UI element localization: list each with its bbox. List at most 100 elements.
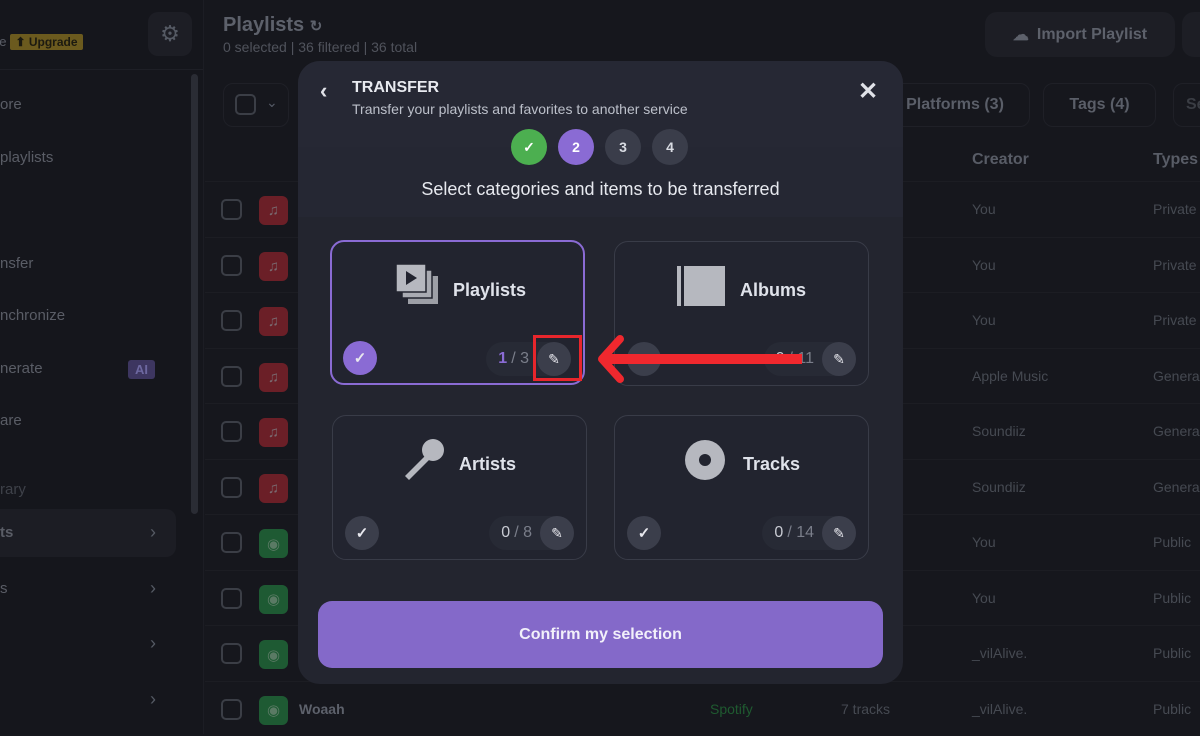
select-all-dropdown[interactable]: ⌄ bbox=[223, 83, 289, 127]
creator: You bbox=[972, 312, 996, 328]
row-checkbox[interactable] bbox=[221, 310, 242, 331]
step-question: Select categories and items to be transf… bbox=[421, 179, 780, 199]
creator: Soundiiz bbox=[972, 423, 1026, 439]
row-checkbox[interactable] bbox=[221, 365, 242, 387]
back-chevron-icon[interactable]: ‹ bbox=[320, 78, 327, 104]
annotation-arrow-icon bbox=[598, 335, 802, 383]
library-item[interactable]: s bbox=[0, 580, 8, 597]
settings-gear-icon[interactable]: ⚙ bbox=[148, 12, 192, 56]
confirm-selection-button[interactable]: Confirm my selection bbox=[318, 601, 883, 668]
select-all-check[interactable]: ✓ bbox=[627, 516, 661, 550]
chevron-right-icon[interactable]: › bbox=[150, 689, 156, 710]
edit-pencil-icon[interactable]: ✎ bbox=[822, 516, 856, 550]
row-checkbox[interactable] bbox=[221, 587, 242, 609]
sidebar-scrollbar[interactable] bbox=[191, 74, 198, 514]
creator: _vilAlive. bbox=[972, 700, 1028, 717]
chevron-right-icon[interactable]: › bbox=[150, 578, 156, 599]
creator: _vilAlive. bbox=[972, 645, 1028, 661]
item-count: 0/ 14 ✎ bbox=[762, 516, 856, 550]
chevron-right-icon[interactable]: › bbox=[150, 522, 156, 543]
upgrade-button[interactable]: ⬆ Upgrade bbox=[10, 34, 83, 50]
stepper: ✓ 2 3 4 bbox=[511, 129, 688, 165]
creator: Apple Music bbox=[972, 367, 1049, 384]
page-title: Playlists ↻ bbox=[223, 14, 323, 36]
category-card-artists[interactable]: Artists ✓ 0/ 8 ✎ bbox=[332, 415, 587, 560]
step-4: 4 bbox=[652, 129, 688, 165]
cloud-upload-icon: ☁ bbox=[1012, 26, 1029, 44]
row-checkbox[interactable] bbox=[221, 476, 242, 498]
sidebar-item-synchronize[interactable]: nchronize bbox=[0, 307, 65, 324]
plan-label: ee⬆ Upgrade bbox=[0, 34, 83, 50]
platform: Spotify bbox=[710, 700, 753, 717]
tags-filter[interactable]: Tags (4) bbox=[1043, 83, 1156, 127]
table-row[interactable]: ◉ Woaah Spotify 7 tracks _vilAlive. Publ… bbox=[205, 680, 1200, 736]
checkbox[interactable] bbox=[235, 94, 256, 115]
column-header-creator[interactable]: Creator bbox=[972, 151, 1029, 169]
edit-pencil-icon[interactable]: ✎ bbox=[540, 516, 574, 550]
row-checkbox[interactable] bbox=[221, 532, 242, 553]
sidebar-item-share[interactable]: are bbox=[0, 412, 22, 429]
spotify-icon: ◉ bbox=[259, 584, 288, 614]
apple-music-icon: ♫ bbox=[259, 251, 288, 281]
chevron-right-icon[interactable]: › bbox=[150, 633, 156, 654]
type: Private bbox=[1153, 201, 1197, 217]
search-input[interactable]: Se bbox=[1173, 83, 1200, 127]
sidebar: ee⬆ Upgrade ⚙ ore playlists nsfer nchron… bbox=[0, 0, 204, 734]
column-header-types[interactable]: Types bbox=[1153, 151, 1198, 169]
selection-summary: 0 selected | 36 filtered | 36 total bbox=[223, 39, 418, 55]
playlists-icon bbox=[396, 264, 438, 304]
modal-subtitle: Transfer your playlists and favorites to… bbox=[352, 101, 688, 117]
apple-music-icon: ♫ bbox=[259, 362, 288, 392]
item-count: 0/ 8 ✎ bbox=[489, 516, 574, 550]
apple-music-icon: ♫ bbox=[259, 196, 288, 225]
microphone-icon bbox=[405, 439, 444, 480]
row-checkbox[interactable] bbox=[221, 199, 242, 220]
apple-music-icon: ♫ bbox=[259, 473, 288, 503]
creator: You bbox=[972, 534, 996, 550]
step-3: 3 bbox=[605, 129, 641, 165]
sidebar-item-transfer[interactable]: nsfer bbox=[0, 255, 33, 272]
step-1-done: ✓ bbox=[511, 129, 547, 165]
album-icon bbox=[677, 266, 725, 306]
select-all-check[interactable]: ✓ bbox=[343, 341, 377, 375]
type: Genera bbox=[1153, 423, 1200, 439]
type: Genera bbox=[1153, 367, 1200, 384]
edit-pencil-icon[interactable]: ✎ bbox=[822, 342, 856, 376]
sidebar-item-playlists[interactable]: playlists bbox=[0, 149, 53, 166]
library-section-label: rary bbox=[0, 481, 26, 498]
apple-music-icon: ♫ bbox=[259, 418, 288, 447]
row-checkbox[interactable] bbox=[221, 421, 242, 442]
row-checkbox[interactable] bbox=[221, 643, 242, 664]
row-checkbox[interactable] bbox=[221, 254, 242, 276]
disc-icon bbox=[685, 440, 725, 480]
track-count: 7 tracks bbox=[841, 700, 891, 717]
type: Genera bbox=[1153, 478, 1200, 495]
chevron-down-icon: ⌄ bbox=[266, 94, 278, 110]
step-2-current: 2 bbox=[558, 129, 594, 165]
creator: Soundiiz bbox=[972, 478, 1026, 495]
spotify-icon: ◉ bbox=[259, 695, 288, 725]
creator: You bbox=[972, 256, 996, 273]
type: Public bbox=[1153, 700, 1192, 717]
sidebar-item-explore[interactable]: ore bbox=[0, 96, 22, 113]
close-icon[interactable]: ✕ bbox=[858, 77, 878, 106]
creator: You bbox=[972, 589, 996, 606]
spotify-icon: ◉ bbox=[259, 640, 288, 669]
type: Public bbox=[1153, 589, 1192, 606]
library-item-playlists[interactable]: ts bbox=[0, 524, 13, 541]
modal-title: TRANSFER bbox=[352, 79, 440, 96]
spotify-icon: ◉ bbox=[259, 529, 288, 558]
select-all-check[interactable]: ✓ bbox=[345, 516, 379, 550]
type: Public bbox=[1153, 534, 1192, 550]
creator: You bbox=[972, 201, 996, 217]
apple-music-icon: ♫ bbox=[259, 307, 288, 336]
import-playlist-button[interactable]: ☁ Import Playlist bbox=[985, 12, 1175, 57]
category-card-tracks[interactable]: Tracks ✓ 0/ 14 ✎ bbox=[614, 415, 869, 560]
row-checkbox[interactable] bbox=[221, 698, 242, 720]
annotation-highlight-box bbox=[533, 335, 582, 381]
sidebar-item-generate[interactable]: nerate bbox=[0, 360, 43, 377]
ai-badge: AI bbox=[128, 360, 155, 379]
type: Public bbox=[1153, 645, 1192, 661]
more-button[interactable] bbox=[1182, 12, 1200, 57]
playlist-name[interactable]: Woaah bbox=[299, 701, 345, 717]
